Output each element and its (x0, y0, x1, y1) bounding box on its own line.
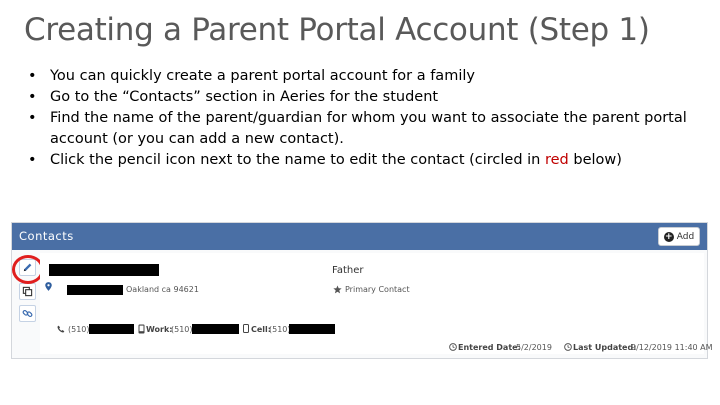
bullet-list: • You can quickly create a parent portal… (24, 66, 714, 171)
link-contact-button[interactable] (19, 305, 36, 322)
last-updated-value: 9/12/2019 11:40 AM (631, 343, 713, 352)
bullet-text-end: below) (568, 152, 622, 168)
work-phone-label: Work: (146, 325, 173, 334)
bullet-item: • You can quickly create a parent portal… (24, 66, 714, 87)
mobile-icon (138, 324, 145, 334)
bullet-text: Go to the “Contacts” section in Aeries f… (50, 89, 439, 105)
redacted-home-phone (89, 324, 134, 334)
add-button-label: Add (676, 231, 695, 242)
clock-icon (564, 343, 572, 351)
bullet-glyph: • (28, 68, 37, 84)
star-icon (333, 285, 342, 294)
slide-title: Creating a Parent Portal Account (Step 1… (24, 12, 650, 48)
home-phone-prefix: (510) (68, 325, 90, 334)
redacted-contact-name (49, 264, 159, 276)
last-updated-label: Last Updated: (573, 343, 637, 352)
mobile-icon (243, 324, 249, 333)
copy-icon (22, 286, 33, 297)
contacts-panel: Contacts + Add Oakland ca 94621 Father P… (11, 222, 713, 359)
contact-card: Oakland ca 94621 Father Primary Contact … (40, 253, 713, 354)
address-city: Oakland ca 94621 (126, 285, 199, 294)
redacted-work-phone (192, 324, 239, 334)
bullet-text-red: red (544, 152, 569, 168)
contacts-panel-header: Contacts + Add (12, 223, 707, 250)
contacts-panel-body: Oakland ca 94621 Father Primary Contact … (12, 250, 713, 358)
entered-date-value: 5/2/2019 (516, 343, 552, 352)
bullet-glyph: • (28, 110, 37, 126)
redacted-cell-phone (289, 324, 335, 334)
cell-phone-prefix: (510) (269, 325, 291, 334)
contact-relationship: Father (332, 265, 364, 276)
link-icon (22, 309, 33, 318)
entered-date-label: Entered Date: (458, 343, 521, 352)
bullet-item: • Go to the “Contacts” section in Aeries… (24, 87, 714, 108)
panel-title: Contacts (19, 229, 74, 243)
bullet-text: You can quickly create a parent portal a… (50, 68, 475, 84)
bullet-item: • Find the name of the parent/guardian f… (24, 108, 714, 150)
plus-circle-icon: + (663, 231, 674, 242)
primary-contact-label: Primary Contact (345, 285, 410, 294)
redacted-street-address (67, 285, 123, 295)
bullet-glyph: • (28, 89, 37, 105)
phone-icon (57, 325, 65, 333)
clock-icon (449, 343, 457, 351)
add-contact-button[interactable]: + Add (658, 227, 700, 246)
copy-contact-button[interactable] (19, 283, 36, 300)
map-pin-icon (45, 282, 52, 291)
bullet-text: Find the name of the parent/guardian for… (50, 110, 687, 147)
work-phone-prefix: (510) (171, 325, 193, 334)
bullet-glyph: • (28, 152, 37, 168)
bullet-text-start: Click the pencil icon next to the name t… (50, 152, 545, 168)
bullet-item: • Click the pencil icon next to the name… (24, 150, 714, 171)
cell-phone-label: Cell: (251, 325, 271, 334)
